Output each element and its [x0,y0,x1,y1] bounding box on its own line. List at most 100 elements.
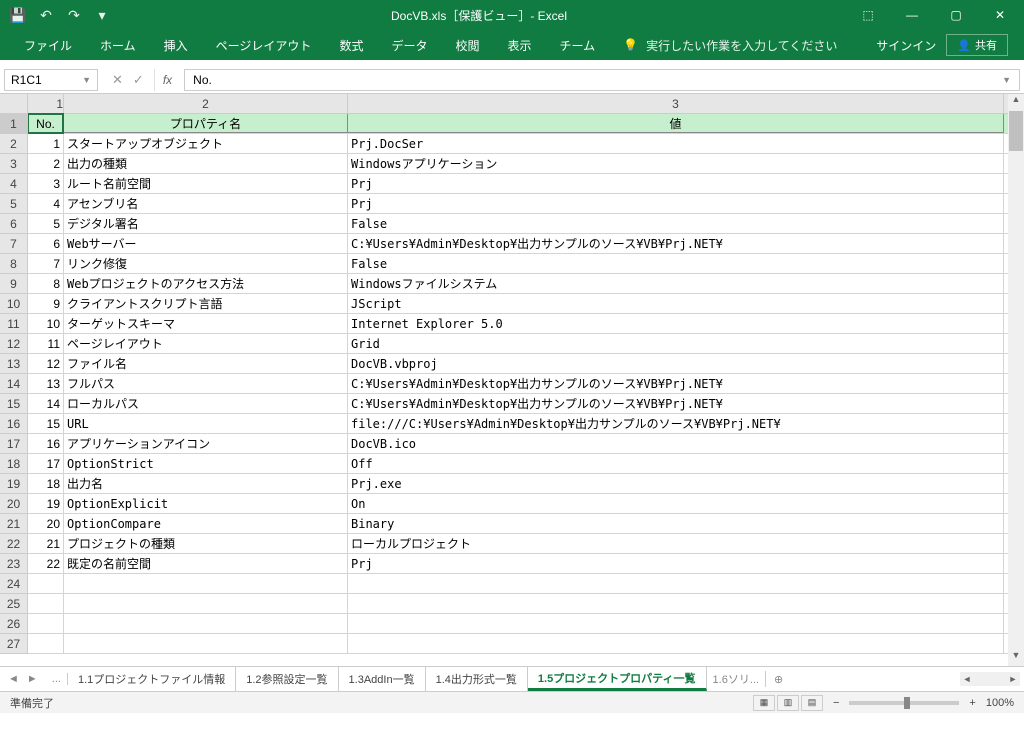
cell-no[interactable]: 3 [28,174,64,193]
row-header[interactable]: 25 [0,594,27,614]
cell-no[interactable]: 12 [28,354,64,373]
sheet-tab[interactable]: 1.5プロジェクトプロパティ一覧 [528,667,707,691]
cell[interactable] [28,614,64,633]
cell-no[interactable]: 5 [28,214,64,233]
header-cell-property[interactable]: プロパティ名 [64,114,348,133]
cell[interactable] [64,594,348,613]
name-box[interactable]: R1C1 ▼ [4,69,98,91]
sheet-tab[interactable]: 1.4出力形式一覧 [426,667,528,691]
sheet-tab[interactable]: 1.2参照設定一覧 [236,667,338,691]
cell-no[interactable]: 16 [28,434,64,453]
add-sheet-button[interactable]: ⊕ [766,673,791,686]
ribbon-tab[interactable]: 数式 [325,31,377,60]
cell-value[interactable]: Grid [348,334,1004,353]
scroll-left-icon[interactable]: ◄ [960,674,974,684]
cell[interactable] [28,634,64,653]
column-header[interactable]: 1 [28,94,64,113]
cell-value[interactable]: file:///C:¥Users¥Admin¥Desktop¥出力サンプルのソー… [348,414,1004,433]
row-header[interactable]: 8 [0,254,27,274]
formula-input[interactable]: No. ▼ [184,69,1020,91]
row-header[interactable]: 22 [0,534,27,554]
zoom-out-button[interactable]: − [833,697,839,709]
cell-no[interactable]: 20 [28,514,64,533]
cell-value[interactable]: DocVB.vbproj [348,354,1004,373]
sheet-tab[interactable]: 1.3AddIn一覧 [339,667,426,691]
cell[interactable] [348,574,1004,593]
cell-property[interactable]: アプリケーションアイコン [64,434,348,453]
cell-no[interactable]: 15 [28,414,64,433]
sheet-tab[interactable]: 1.1プロジェクトファイル情報 [68,667,236,691]
zoom-level[interactable]: 100% [986,697,1014,709]
cell[interactable] [64,634,348,653]
save-icon[interactable]: 💾 [10,7,26,23]
row-header[interactable]: 20 [0,494,27,514]
cell-property[interactable]: ページレイアウト [64,334,348,353]
cell-value[interactable]: Prj [348,554,1004,573]
cell-value[interactable]: Prj [348,174,1004,193]
ribbon-tab[interactable]: 表示 [493,31,545,60]
cell-value[interactable]: Windowsファイルシステム [348,274,1004,293]
cell-value[interactable]: C:¥Users¥Admin¥Desktop¥出力サンプルのソース¥VB¥Prj… [348,374,1004,393]
sheet-tab-ellipsis[interactable]: ... [46,673,68,685]
name-box-dropdown-icon[interactable]: ▼ [82,75,91,85]
qat-dropdown-icon[interactable]: ▾ [94,7,110,23]
cell-value[interactable]: JScript [348,294,1004,313]
cell-value[interactable]: False [348,214,1004,233]
row-header[interactable]: 26 [0,614,27,634]
row-header[interactable]: 12 [0,334,27,354]
cell-property[interactable]: スタートアップオブジェクト [64,134,348,153]
cell-no[interactable]: 9 [28,294,64,313]
cell-property[interactable]: Webサーバー [64,234,348,253]
cell-property[interactable]: OptionCompare [64,514,348,533]
cell-property[interactable]: ローカルパス [64,394,348,413]
cell-property[interactable]: URL [64,414,348,433]
cell-property[interactable]: ターゲットスキーマ [64,314,348,333]
signin-link[interactable]: サインイン [876,37,936,54]
cell-property[interactable]: クライアントスクリプト言語 [64,294,348,313]
view-pagebreak-icon[interactable]: ▤ [801,695,823,711]
cell-property[interactable]: 既定の名前空間 [64,554,348,573]
cell-property[interactable]: OptionStrict [64,454,348,473]
cell-value[interactable]: Binary [348,514,1004,533]
cell-property[interactable]: アセンブリ名 [64,194,348,213]
cell-property[interactable]: OptionExplicit [64,494,348,513]
row-header[interactable]: 6 [0,214,27,234]
cell-value[interactable]: ローカルプロジェクト [348,534,1004,553]
zoom-in-button[interactable]: + [969,697,975,709]
row-header[interactable]: 21 [0,514,27,534]
spreadsheet-grid[interactable]: 1234567891011121314151617181920212223242… [0,94,1024,666]
row-header[interactable]: 17 [0,434,27,454]
scroll-right-icon[interactable]: ► [1006,674,1020,684]
share-button[interactable]: 👤 共有 [946,34,1008,56]
cell-no[interactable]: 17 [28,454,64,473]
cell-no[interactable]: 1 [28,134,64,153]
select-all-corner[interactable] [0,94,28,114]
cell[interactable] [64,614,348,633]
cell-no[interactable]: 6 [28,234,64,253]
cell-property[interactable]: ルート名前空間 [64,174,348,193]
row-header[interactable]: 14 [0,374,27,394]
redo-icon[interactable]: ↷ [66,7,82,23]
cell-property[interactable]: プロジェクトの種類 [64,534,348,553]
cell-no[interactable]: 18 [28,474,64,493]
cell-no[interactable]: 21 [28,534,64,553]
ribbon-tab[interactable]: ホーム [86,31,150,60]
cell-value[interactable]: C:¥Users¥Admin¥Desktop¥出力サンプルのソース¥VB¥Prj… [348,234,1004,253]
view-normal-icon[interactable]: ▦ [753,695,775,711]
cell-value[interactable]: On [348,494,1004,513]
column-header[interactable]: 3 [348,94,1004,113]
cell-property[interactable]: デジタル署名 [64,214,348,233]
cell[interactable] [348,594,1004,613]
cell-property[interactable]: 出力名 [64,474,348,493]
row-header[interactable]: 23 [0,554,27,574]
row-header[interactable]: 2 [0,134,27,154]
close-button[interactable]: ✕ [980,0,1020,30]
header-cell-value[interactable]: 値 [348,114,1004,133]
cell-property[interactable]: 出力の種類 [64,154,348,173]
cell-no[interactable]: 10 [28,314,64,333]
maximize-button[interactable]: ▢ [936,0,976,30]
cell[interactable] [348,614,1004,633]
minimize-button[interactable]: — [892,0,932,30]
cell-value[interactable]: Prj.DocSer [348,134,1004,153]
tab-nav-prev-icon[interactable]: ◄ [8,673,19,685]
